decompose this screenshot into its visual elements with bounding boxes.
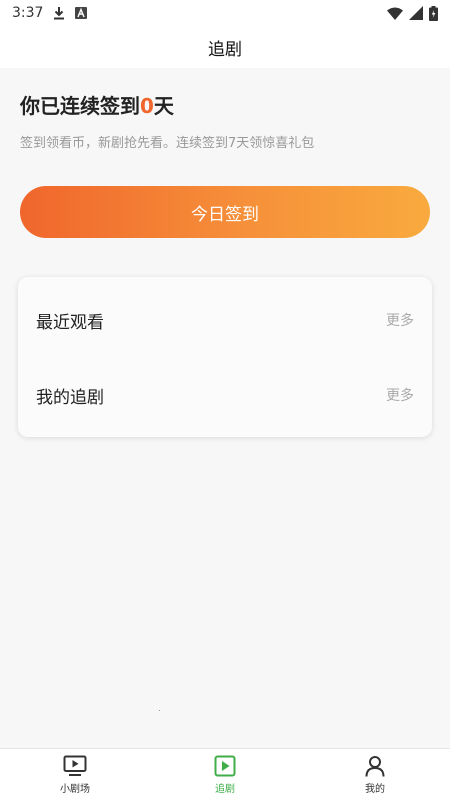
tab-mini-theater-label: 小剧场 [60,783,90,795]
recently-watched-row[interactable]: 最近观看 更多 [18,295,432,345]
nav-bar: 追剧 [0,26,450,68]
tab-mine[interactable]: 我的 [300,749,450,800]
signal-icon [409,6,423,20]
my-follows-more-link[interactable]: 更多 [386,385,414,405]
user-icon [364,755,386,777]
page-title: 追剧 [208,39,242,60]
checkin-days-count: 0 [140,94,154,118]
recently-watched-more-link[interactable]: 更多 [386,310,414,330]
a-badge-icon [75,7,88,19]
my-follows-row[interactable]: 我的追剧 更多 [18,370,432,420]
history-card: 最近观看 更多 我的追剧 更多 [18,277,432,437]
daily-checkin-button[interactable]: 今日签到 [20,186,430,238]
tab-mini-theater[interactable]: 小剧场 [0,749,150,800]
my-follows-label: 我的追剧 [36,387,104,408]
tv-icon [63,755,87,777]
main-content: 你已连续签到0天 签到领看币，新剧抢先看。连续签到7天领惊喜礼包 今日签到 最近… [0,68,450,748]
daily-checkin-button-label: 今日签到 [191,204,259,225]
checkin-heading-prefix: 你已连续签到 [20,94,140,118]
status-bar: 3:37 [0,0,450,26]
checkin-heading: 你已连续签到0天 [20,90,174,119]
bottom-tab-bar: 小剧场 追剧 我的 [0,748,450,800]
play-icon [214,755,236,777]
stray-dot [159,710,160,711]
download-icon [53,6,65,20]
recently-watched-label: 最近观看 [36,312,104,333]
checkin-subtitle: 签到领看币，新剧抢先看。连续签到7天领惊喜礼包 [20,136,315,151]
tab-mine-label: 我的 [365,783,385,795]
tab-follow-label: 追剧 [215,783,235,795]
status-time: 3:37 [12,5,44,21]
tab-follow[interactable]: 追剧 [150,749,300,800]
checkin-heading-suffix: 天 [153,94,174,118]
wifi-icon [387,7,403,20]
battery-icon [429,5,438,21]
